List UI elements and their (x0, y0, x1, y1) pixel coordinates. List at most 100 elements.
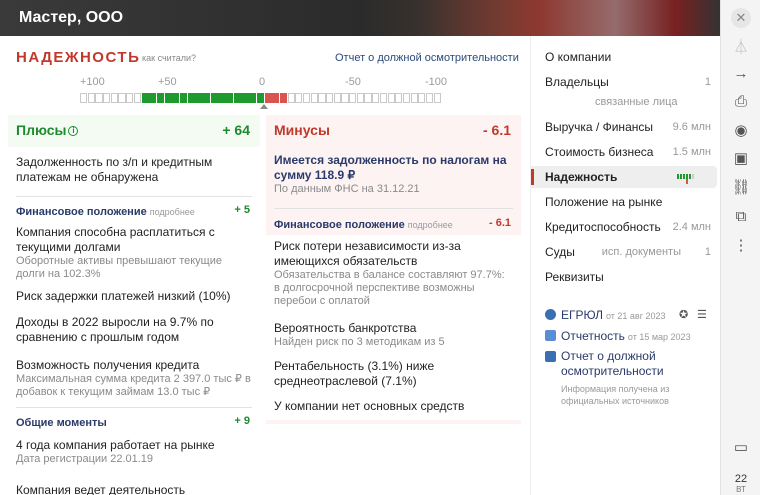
scale-label: +50 (158, 76, 177, 88)
header-banner-image (420, 0, 720, 36)
scale-label: +100 (80, 76, 105, 88)
list-item: 4 года компания работает на рынке Дата р… (16, 438, 215, 465)
scale-zero-marker (260, 104, 268, 109)
list-item: Вероятность банкротства Найден риск по 3… (274, 321, 445, 348)
section-header[interactable]: Финансовое положение подробнее - 6.1 (274, 217, 511, 231)
due-diligence-report-link[interactable]: Отчет о должной осмотрительности (335, 52, 519, 64)
list-item: Компания способна расплатиться с текущим… (16, 225, 222, 280)
list-item: У компании нет основных средств (274, 399, 465, 413)
scale-cell (87, 93, 95, 103)
nav-item-courts[interactable]: Суды исп. документы 1 (531, 241, 717, 263)
minuses-column: Минусы - 6.1 Имеется задолженность по на… (266, 115, 521, 424)
filter-icon[interactable]: ⏃ (731, 36, 751, 56)
pluses-column: Плюсы i + 64 Задолженность по з/п и креди… (8, 115, 260, 495)
scale-cell (179, 93, 188, 103)
source-egrul[interactable]: ЕГРЮЛ от 21 авг 2023 ✪ ☰ (545, 308, 715, 322)
notes-icon[interactable]: ▭ (731, 437, 751, 457)
nav-item-owners[interactable]: Владельцы 1 (531, 71, 717, 93)
list-item: Доходы в 2022 выросли на 9.7% по сравнен… (16, 315, 214, 344)
scale-label: -100 (425, 76, 448, 88)
nav-item-revenue[interactable]: Выручка / Финансы 9.6 млн (531, 116, 717, 138)
award-icon[interactable]: ✪ (679, 308, 688, 321)
scale-cell (241, 93, 249, 103)
scale-cell (133, 93, 141, 103)
how-calculated-link[interactable]: как считали? (142, 53, 196, 63)
scale-cell (402, 93, 411, 103)
sources-note: Информация получена из официальных источ… (561, 384, 670, 406)
notification-icon[interactable]: ▣ (731, 148, 751, 168)
scale-cell (118, 93, 126, 103)
scale-cell (356, 93, 364, 103)
nav-item-reliability[interactable]: Надежность (531, 166, 717, 188)
list-icon[interactable]: ☰ (697, 308, 707, 321)
scale-cell (395, 93, 403, 103)
nav-item-market-position[interactable]: Положение на рынке (531, 191, 717, 213)
document-icon (545, 351, 556, 362)
section-value: - 6.1 (488, 217, 511, 229)
related-persons-link[interactable]: связанные лица (595, 96, 678, 108)
tool-rail: ✕ ⏃ → ⎙ ◉ ▣ ⛓ ⧉ ⋮ ▭ 22 ВТ (720, 0, 760, 495)
scale-cell (156, 93, 165, 103)
list-item: Рентабельность (3.1%) ниже среднеотрасле… (274, 359, 435, 388)
scale-label: 0 (259, 76, 266, 88)
watch-icon[interactable]: ◉ (731, 120, 751, 140)
reliability-mini-bar (677, 174, 695, 184)
source-due-diligence[interactable]: Отчет о должной осмотрительности (545, 349, 715, 379)
list-item: Задолженность по з/п и кредитным платежа… (16, 155, 213, 184)
nav-item-requisites[interactable]: Реквизиты (531, 266, 717, 288)
scale-cell (349, 93, 357, 103)
source-reports[interactable]: Отчетность от 15 мар 2023 (545, 329, 715, 343)
tax-debt-item[interactable]: Имеется задолженность по налогам на сумм… (274, 153, 510, 196)
scale-cell (218, 93, 226, 103)
more-vertical-icon[interactable]: ⋮ (731, 235, 751, 255)
reliability-panel: НАДЕЖНОСТЬ как считали? Отчет о должной … (0, 36, 530, 495)
scale-cell (341, 93, 349, 103)
scale-cell (410, 93, 418, 103)
nav-item-about[interactable]: О компании (531, 46, 717, 68)
scale-cell (425, 93, 434, 103)
scale-cell (195, 93, 203, 103)
print-icon[interactable]: ⎙ (731, 91, 751, 111)
nav-item-creditworthiness[interactable]: Кредитоспособность 2.4 млн (531, 216, 717, 238)
section-header[interactable]: Финансовое положение подробнее + 5 (16, 204, 250, 218)
scale-cell (210, 93, 218, 103)
section-nav: О компании Владельцы 1 связанные лица Вы… (530, 36, 720, 495)
divider (16, 407, 252, 408)
scale-cell (372, 93, 380, 103)
scale-cell (326, 93, 334, 103)
egrul-icon (545, 309, 556, 320)
scale-cell (103, 93, 111, 103)
reliability-title: НАДЕЖНОСТЬ (16, 49, 141, 66)
pluses-header: Плюсы i + 64 (8, 115, 260, 147)
scale-cell (264, 93, 272, 103)
close-icon[interactable]: ✕ (731, 8, 751, 28)
scale-cell (333, 93, 341, 103)
date-badge[interactable]: 22 ВТ (727, 474, 755, 495)
list-item: Риск потери независимости из-за имеющихс… (274, 239, 505, 307)
details-link[interactable]: подробнее (408, 220, 453, 230)
scale-cell (310, 93, 318, 103)
scale-cell (172, 93, 180, 103)
scale-cell (164, 93, 172, 103)
pluses-list: Задолженность по з/п и кредитным платежа… (8, 147, 260, 495)
scale-cell (418, 93, 426, 103)
scale-cell (110, 93, 118, 103)
enforcement-docs-link[interactable]: исп. документы (602, 246, 681, 258)
minuses-total: - 6.1 (482, 122, 511, 138)
details-link[interactable]: подробнее (150, 207, 195, 217)
nav-item-business-value[interactable]: Стоимость бизнеса 1.5 млн (531, 141, 717, 163)
reports-icon (545, 330, 556, 341)
external-link-icon[interactable]: ⧉ (731, 206, 751, 226)
minuses-title: Минусы (274, 122, 330, 138)
scale-cell (379, 93, 387, 103)
scale-cell (387, 93, 395, 103)
info-icon[interactable]: i (68, 126, 79, 136)
section-header[interactable]: Общие моменты + 9 (16, 415, 250, 429)
scale-cell (249, 93, 257, 103)
list-item: Компания ведет деятельность (16, 483, 186, 495)
scale-cell (364, 93, 372, 103)
scale-cell (233, 93, 241, 103)
arrow-right-icon[interactable]: → (731, 63, 751, 83)
minuses-list: Риск потери независимости из-за имеющихс… (266, 235, 521, 420)
link-icon[interactable]: ⛓ (731, 177, 751, 197)
